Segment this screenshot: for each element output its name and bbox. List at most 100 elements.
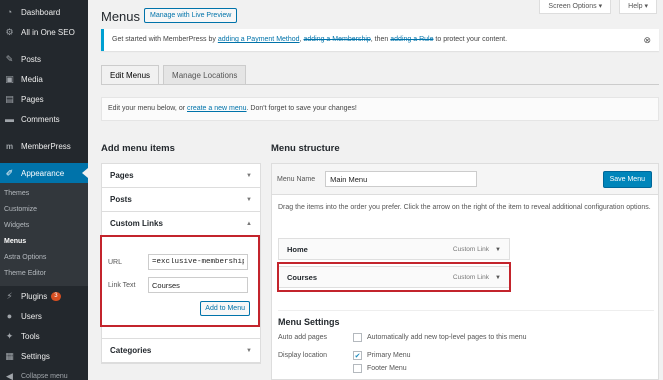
memberpress-icon: m: [5, 141, 14, 151]
link-text-label: Link Text: [108, 281, 136, 289]
seo-gear-icon: ⚙: [5, 26, 14, 37]
add-to-menu-button[interactable]: Add to Menu: [200, 301, 250, 316]
submenu-item-widgets[interactable]: Widgets: [0, 218, 88, 234]
sidebar-item-aioseo[interactable]: ⚙ All in One SEO: [0, 22, 88, 42]
link-text-row: Link Text: [108, 277, 248, 293]
page-icon: ▤: [5, 93, 14, 104]
membership-link[interactable]: adding a Membership: [303, 36, 370, 43]
primary-menu-label: Primary Menu: [367, 352, 411, 359]
comment-icon: ▬: [5, 114, 14, 124]
notice-suffix: to protect your content.: [435, 36, 508, 43]
sidebar-item-pages[interactable]: ▤ Pages: [0, 89, 88, 109]
create-menu-link[interactable]: create a new menu: [187, 105, 247, 112]
dashboard-icon: ◔: [6, 7, 13, 17]
tab-divider: [101, 84, 659, 85]
wrench-icon: ✦: [5, 330, 14, 341]
chevron-down-icon: ▼: [246, 347, 252, 354]
sidebar-item-users[interactable]: ● Users: [0, 306, 88, 326]
sidebar-item-label: Plugins: [21, 291, 48, 301]
sidebar-item-label: Collapse menu: [21, 372, 68, 380]
menu-structure-description: Drag the items into the order you prefer…: [278, 204, 651, 211]
sidebar-item-posts[interactable]: ✎ Posts: [0, 49, 88, 69]
help-button[interactable]: Help ▾: [619, 0, 657, 14]
sidebar-item-label: Dashboard: [21, 7, 61, 17]
settings-icon: ▦: [5, 350, 14, 361]
accordion-custom-links[interactable]: Custom Links ▲: [102, 212, 260, 236]
menu-item-home[interactable]: Home Custom Link ▼: [278, 238, 510, 260]
submenu-item-themes[interactable]: Themes: [0, 186, 88, 202]
link-text-input[interactable]: [148, 277, 248, 293]
accordion-label: Custom Links: [110, 219, 163, 228]
edit-suffix: . Don't forget to save your changes!: [246, 105, 357, 112]
screen-options-button[interactable]: Screen Options ▾: [539, 0, 612, 14]
sidebar-item-memberpress[interactable]: m MemberPress: [0, 136, 88, 156]
media-icon: ▣: [5, 73, 14, 84]
accordion-label: Pages: [110, 171, 134, 180]
url-field-row: URL: [108, 254, 248, 270]
primary-location-row[interactable]: ✔ Primary Menu: [353, 351, 411, 360]
admin-sidebar: ◔ Dashboard ⚙ All in One SEO ✎ Posts ▣ M…: [0, 0, 88, 380]
auto-add-checkbox-row[interactable]: Automatically add new top-level pages to…: [353, 333, 527, 342]
footer-location-row[interactable]: Footer Menu: [353, 364, 407, 373]
accordion-label: Categories: [110, 346, 152, 355]
accordion-categories[interactable]: Categories ▼: [102, 339, 260, 363]
sidebar-item-label: Media: [21, 74, 43, 84]
submenu-item-menus[interactable]: Menus: [0, 234, 88, 250]
edit-menu-notice: Edit your menu below, or create a new me…: [101, 97, 659, 121]
payment-method-link[interactable]: adding a Payment Method: [218, 36, 300, 43]
notice-prefix: Get started with MemberPress by: [112, 36, 216, 43]
collapse-icon: ◀: [6, 370, 13, 380]
sidebar-item-label: MemberPress: [21, 141, 71, 151]
sidebar-item-label: Tools: [21, 331, 40, 341]
sidebar-item-settings[interactable]: ▦ Settings: [0, 346, 88, 366]
url-input[interactable]: [148, 254, 248, 270]
menu-name-label: Menu Name: [277, 175, 316, 183]
save-menu-button[interactable]: Save Menu: [602, 171, 652, 188]
rule-link[interactable]: adding a Rule: [390, 36, 433, 43]
auto-add-checkbox[interactable]: [353, 333, 362, 342]
dismiss-icon[interactable]: ⊗: [643, 35, 651, 46]
tab-edit-menus[interactable]: Edit Menus: [101, 65, 160, 85]
notice-separator: , then: [370, 36, 389, 43]
brush-icon: ✐: [5, 167, 14, 178]
sidebar-item-appearance[interactable]: ✐ Appearance: [0, 163, 88, 183]
sidebar-item-label: Pages: [21, 94, 44, 104]
sidebar-item-label: Posts: [21, 54, 42, 64]
live-preview-button[interactable]: Manage with Live Preview: [144, 8, 238, 23]
custom-links-form: URL Link Text Add to Menu: [100, 235, 260, 327]
submenu-item-customize[interactable]: Customize: [0, 202, 88, 218]
auto-add-label: Auto add pages: [278, 334, 328, 341]
menu-name-input[interactable]: [325, 171, 478, 187]
sidebar-item-comments[interactable]: ▬ Comments: [0, 109, 88, 129]
sidebar-item-label: Settings: [21, 351, 50, 361]
menu-settings-heading: Menu Settings: [278, 317, 340, 327]
screen-meta-links: Screen Options ▾ Help ▾: [539, 0, 657, 14]
sidebar-item-media[interactable]: ▣ Media: [0, 69, 88, 89]
footer-menu-checkbox[interactable]: [353, 364, 362, 373]
sidebar-item-dashboard[interactable]: ◔ Dashboard: [0, 2, 88, 22]
appearance-submenu: Themes Customize Widgets Menus Astra Opt…: [0, 183, 88, 286]
sidebar-item-label: All in One SEO: [21, 27, 75, 37]
page-title: Menus: [101, 9, 141, 24]
chevron-down-icon: ▼: [246, 196, 252, 203]
sidebar-item-label: Appearance: [21, 168, 65, 178]
url-label: URL: [108, 258, 123, 266]
accordion-pages[interactable]: Pages ▼: [102, 164, 260, 188]
menu-structure-heading: Menu structure: [271, 143, 340, 154]
menu-item-type: Custom Link: [452, 245, 490, 253]
user-icon: ●: [6, 311, 13, 321]
pin-icon: ✎: [5, 53, 14, 64]
primary-menu-checkbox[interactable]: ✔: [353, 351, 362, 360]
notice-separator: ,: [299, 36, 302, 43]
sidebar-item-label: Comments: [21, 114, 60, 124]
update-count-badge: 3: [51, 291, 61, 301]
accordion-posts[interactable]: Posts ▼: [102, 188, 260, 212]
chevron-down-icon[interactable]: ▼: [495, 247, 501, 253]
sidebar-item-tools[interactable]: ✦ Tools: [0, 326, 88, 346]
submenu-item-astra-options[interactable]: Astra Options: [0, 250, 88, 266]
submenu-item-theme-editor[interactable]: Theme Editor: [0, 266, 88, 282]
sidebar-item-collapse[interactable]: ◀ Collapse menu: [0, 366, 88, 380]
menu-item-title: Home: [287, 244, 308, 254]
tab-manage-locations[interactable]: Manage Locations: [163, 65, 247, 85]
sidebar-item-plugins[interactable]: ⚡ Plugins 3: [0, 286, 88, 306]
